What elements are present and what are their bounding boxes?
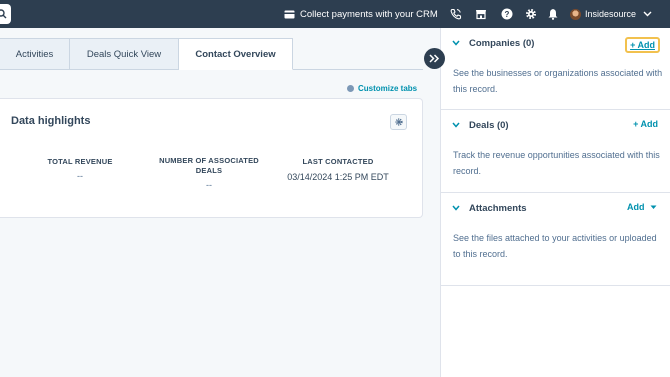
settings-icon: [526, 9, 536, 19]
main-content: Activities Deals Quick View Contact Over…: [0, 28, 440, 377]
chevron-down-icon: [451, 38, 461, 48]
caret-down-icon: [650, 205, 657, 209]
svg-text:?: ?: [505, 10, 510, 19]
deals-section: Deals (0) + Add Track the revenue opport…: [441, 110, 670, 193]
account-name: Insidesource: [585, 9, 637, 19]
chevron-down-icon: [451, 203, 461, 213]
section-title: Companies (0): [469, 37, 535, 49]
tab-deals-quick-view[interactable]: Deals Quick View: [70, 38, 179, 70]
collapse-sidebar-button[interactable]: [424, 48, 445, 69]
settings-button[interactable]: [524, 7, 538, 21]
add-company-button[interactable]: + Add: [625, 37, 660, 53]
section-description: See the businesses or organizations asso…: [453, 68, 663, 94]
companies-section: Companies (0) + Add See the businesses o…: [441, 28, 670, 110]
stat-label: TOTAL REVENUE: [47, 157, 113, 166]
marketplace-button[interactable]: [474, 7, 488, 21]
customize-tabs-link[interactable]: Customize tabs: [347, 84, 417, 93]
tab-label: Contact Overview: [195, 48, 276, 60]
section-toggle[interactable]: Attachments: [451, 193, 527, 223]
stat-value: --: [77, 171, 83, 181]
account-menu[interactable]: Insidesource: [570, 0, 652, 28]
search-icon: [0, 9, 7, 19]
stat-total-revenue: TOTAL REVENUE --: [40, 157, 120, 181]
chevron-down-icon: [451, 120, 461, 130]
add-attachment-button[interactable]: Add: [627, 202, 657, 212]
add-deal-button[interactable]: + Add: [633, 119, 658, 129]
tabs-divider: [293, 69, 423, 70]
customize-tabs-label: Customize tabs: [358, 84, 418, 93]
section-toggle[interactable]: Deals (0): [451, 110, 509, 140]
stat-value: --: [206, 180, 212, 190]
help-button[interactable]: ?: [500, 7, 514, 21]
section-toggle[interactable]: Companies (0): [451, 28, 534, 58]
phone-icon: [450, 8, 462, 20]
chevron-down-icon: [643, 11, 652, 17]
bell-icon: [548, 9, 558, 20]
help-icon: ?: [501, 8, 513, 20]
stat-label: NUMBER OF ASSOCIATED DEALS: [159, 156, 259, 175]
top-navigation-bar: Collect payments with your CRM ? Insides…: [0, 0, 670, 28]
attachments-section: Attachments Add See the files attached t…: [441, 193, 670, 286]
collect-payments-label: Collect payments with your CRM: [300, 8, 438, 20]
stat-value: 03/14/2024 1:25 PM EDT: [287, 172, 389, 182]
section-title: Deals (0): [469, 119, 509, 131]
credit-card-icon: [284, 10, 295, 18]
tab-contact-overview[interactable]: Contact Overview: [179, 38, 293, 70]
notifications-button[interactable]: [546, 7, 560, 21]
collect-payments-link[interactable]: Collect payments with your CRM: [284, 0, 438, 28]
record-tabs: Activities Deals Quick View Contact Over…: [0, 38, 293, 70]
card-title: Data highlights: [11, 115, 91, 127]
avatar: [570, 8, 581, 20]
gear-icon: [394, 118, 403, 126]
stat-associated-deals: NUMBER OF ASSOCIATED DEALS --: [154, 156, 264, 190]
right-sidebar: Companies (0) + Add See the businesses o…: [440, 28, 670, 377]
double-chevron-right-icon: [429, 54, 440, 63]
data-highlights-card: Data highlights TOTAL REVENUE -- NUMBER …: [0, 98, 423, 218]
add-label: Add: [626, 202, 645, 212]
calling-button[interactable]: [449, 7, 463, 21]
tab-activities[interactable]: Activities: [0, 38, 70, 70]
tab-label: Deals Quick View: [86, 48, 162, 60]
section-description: Track the revenue opportunities associat…: [453, 150, 660, 176]
section-description: See the files attached to your activitie…: [453, 233, 657, 259]
stat-last-contacted: LAST CONTACTED 03/14/2024 1:25 PM EDT: [283, 157, 393, 182]
marketplace-icon: [476, 10, 486, 20]
section-title: Attachments: [469, 202, 527, 214]
settings-icon: [347, 85, 354, 92]
card-settings-button[interactable]: [390, 114, 407, 130]
search-field[interactable]: [0, 4, 11, 24]
tab-label: Activities: [15, 48, 54, 60]
stat-label: LAST CONTACTED: [302, 157, 374, 166]
